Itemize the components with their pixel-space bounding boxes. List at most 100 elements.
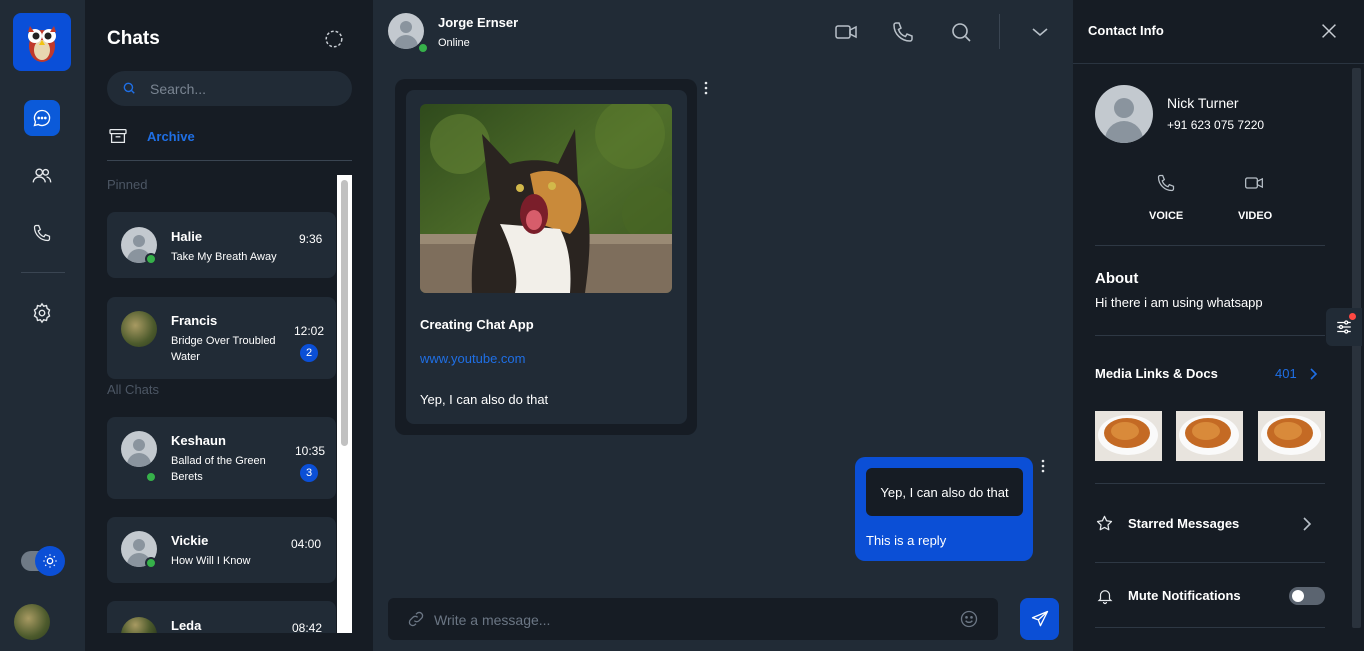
list-bottom-fade xyxy=(85,633,373,651)
contact-info-title: Contact Info xyxy=(1088,23,1164,38)
nav-chats-button[interactable] xyxy=(24,100,60,136)
chat-name: Leda xyxy=(171,618,202,633)
food-image xyxy=(1095,411,1162,461)
chevron-right-icon[interactable] xyxy=(1307,367,1319,381)
user-avatar[interactable] xyxy=(14,604,50,640)
video-icon[interactable] xyxy=(1243,173,1265,193)
media-thumbnail[interactable] xyxy=(1176,411,1243,461)
quoted-reply[interactable]: Yep, I can also do that xyxy=(866,468,1023,516)
media-thumbnail[interactable] xyxy=(1258,411,1325,461)
chevron-right-icon[interactable] xyxy=(1300,516,1314,532)
star-icon[interactable] xyxy=(1095,514,1114,533)
chat-preview: Ballad of the Green Berets xyxy=(171,455,266,483)
chat-item-halie[interactable]: Halie Take My Breath Away 9:36 xyxy=(107,212,336,278)
emoji-icon[interactable] xyxy=(959,609,979,629)
chat-list-scroll-thumb[interactable] xyxy=(341,180,348,446)
section-divider xyxy=(1095,483,1325,484)
media-thumbnail[interactable] xyxy=(1095,411,1162,461)
mute-toggle-knob[interactable] xyxy=(1292,590,1304,602)
about-text: Hi there i am using whatsapp xyxy=(1095,295,1263,310)
header-divider xyxy=(999,14,1000,49)
users-icon xyxy=(32,168,52,183)
chat-name: Keshaun xyxy=(171,433,226,448)
cat-image xyxy=(420,104,672,293)
sun-icon xyxy=(43,554,57,568)
close-icon[interactable] xyxy=(1318,20,1340,42)
section-divider xyxy=(1095,245,1325,246)
settings-drawer-button[interactable] xyxy=(1326,308,1362,346)
outgoing-message-text: This is a reply xyxy=(866,533,947,548)
chat-name: Vickie xyxy=(171,533,209,548)
link-preview-title: Creating Chat App xyxy=(420,317,534,332)
media-links-docs-title[interactable]: Media Links & Docs xyxy=(1095,366,1218,381)
link-preview-url[interactable]: www.youtube.com xyxy=(420,351,526,366)
sliders-icon xyxy=(1337,320,1351,334)
chat-time: 04:00 xyxy=(291,537,322,551)
chat-name: Francis xyxy=(171,313,218,328)
theme-toggle-knob[interactable] xyxy=(35,546,65,576)
chats-title: Chats xyxy=(107,28,160,49)
about-title: About xyxy=(1095,270,1139,287)
chat-item-francis[interactable]: Francis Bridge Over Troubled Water 12:02… xyxy=(107,297,336,379)
pinned-section-label: Pinned xyxy=(107,177,148,192)
unread-badge: 3 xyxy=(300,464,318,482)
phone-call-icon[interactable] xyxy=(891,20,915,44)
cat-photo[interactable] xyxy=(420,104,672,293)
chat-preview: Bridge Over Troubled Water xyxy=(171,335,276,363)
media-count[interactable]: 401 xyxy=(1275,366,1297,381)
notification-dot xyxy=(1349,313,1356,320)
archive-link[interactable]: Archive xyxy=(147,129,195,144)
unread-badge: 2 xyxy=(300,344,318,362)
nav-settings-button[interactable] xyxy=(24,295,60,331)
phone-icon[interactable] xyxy=(1156,173,1176,193)
contact-phone: +91 623 075 7220 xyxy=(1167,118,1265,132)
more-vertical-icon[interactable] xyxy=(700,80,712,96)
conversation-contact-status: Online xyxy=(438,37,470,49)
send-icon xyxy=(1031,610,1048,627)
chat-item-keshaun[interactable]: Keshaun Ballad of the Green Berets 10:35… xyxy=(107,417,336,499)
voice-call-button[interactable]: VOICE xyxy=(1149,210,1183,222)
gear-icon xyxy=(33,302,51,324)
nav-calls-button[interactable] xyxy=(24,215,60,251)
search-icon[interactable] xyxy=(949,20,973,44)
online-indicator xyxy=(145,557,157,569)
chat-item-vickie[interactable]: Vickie How Will I Know 04:00 xyxy=(107,517,336,583)
incoming-message-text: Yep, I can also do that xyxy=(420,392,549,407)
list-divider xyxy=(107,160,352,161)
chevron-down-icon[interactable] xyxy=(1028,20,1052,44)
section-divider xyxy=(1095,335,1325,336)
chat-time: 12:02 xyxy=(294,324,325,338)
video-call-button[interactable]: VIDEO xyxy=(1238,210,1272,222)
contact-avatar-large[interactable] xyxy=(1095,85,1153,143)
owl-logo-icon xyxy=(28,26,56,62)
chat-name: Halie xyxy=(171,229,203,244)
conversation-contact-name[interactable]: Jorge Ernser xyxy=(438,15,518,30)
bell-icon xyxy=(1097,590,1113,605)
message-input[interactable] xyxy=(434,611,934,629)
app-logo[interactable] xyxy=(13,13,71,71)
archive-icon[interactable] xyxy=(108,128,128,144)
contact-info-scroll-thumb[interactable] xyxy=(1352,68,1361,628)
link-attach-icon[interactable] xyxy=(406,609,426,629)
search-input[interactable] xyxy=(150,80,340,98)
send-button[interactable] xyxy=(1020,598,1059,640)
mute-notifications-label: Mute Notifications xyxy=(1128,588,1241,603)
contact-name: Nick Turner xyxy=(1167,95,1239,111)
starred-messages-link[interactable]: Starred Messages xyxy=(1128,516,1239,531)
online-indicator xyxy=(145,471,157,483)
contact-avatar xyxy=(121,431,157,467)
nav-groups-button[interactable] xyxy=(24,158,60,194)
nav-divider xyxy=(21,272,65,273)
contact-avatar xyxy=(121,311,157,347)
chat-bubble-icon xyxy=(33,109,51,127)
chat-preview: Take My Breath Away xyxy=(171,251,277,263)
new-chat-circle-icon[interactable] xyxy=(323,28,345,50)
more-vertical-icon[interactable] xyxy=(1037,458,1049,474)
phone-icon xyxy=(33,224,51,242)
food-image xyxy=(1258,411,1325,461)
section-divider xyxy=(1095,562,1325,563)
chat-time: 10:35 xyxy=(295,444,326,458)
video-call-icon[interactable] xyxy=(834,20,858,44)
chat-time: 9:36 xyxy=(299,232,323,246)
online-indicator xyxy=(417,42,429,54)
